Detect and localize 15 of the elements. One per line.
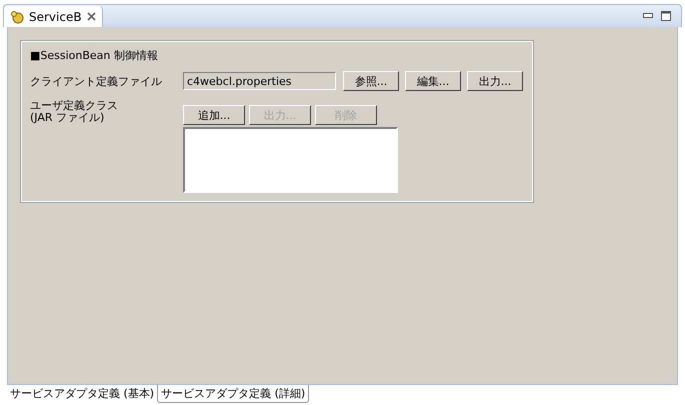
page-tab[interactable]: サービスアダプタ定義 (詳細) (157, 385, 310, 403)
maximize-icon[interactable] (661, 11, 671, 21)
client-file-label: クライアント定義ファイル (30, 74, 163, 88)
bean-icon (10, 10, 24, 24)
action-button[interactable]: 参照... (343, 71, 399, 91)
client-file-field[interactable]: c4webcl.properties (183, 72, 336, 90)
action-button[interactable]: 出力... (467, 71, 523, 91)
user-class-label: ユーザ定義クラス (JAR ファイル) (30, 100, 119, 126)
jar-list[interactable] (183, 127, 398, 193)
close-icon[interactable] (86, 12, 96, 21)
action-button[interactable]: 編集... (405, 71, 461, 91)
minimize-icon[interactable] (643, 13, 653, 19)
action-button[interactable]: 追加... (183, 105, 245, 125)
group-title: ■SessionBean 制御情報 (30, 48, 159, 63)
editor-tab[interactable]: ServiceB (4, 6, 103, 27)
